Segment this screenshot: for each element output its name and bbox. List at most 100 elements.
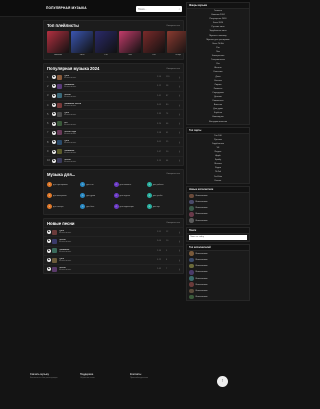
genre-item[interactable]: ♪ для вечеринки xyxy=(47,192,80,200)
popular-more-link[interactable]: Смотреть все xyxy=(166,68,180,70)
playlist-cover[interactable] xyxy=(119,31,141,53)
track-artist[interactable]: Исполнитель xyxy=(64,133,157,135)
play-icon[interactable]: ▶ xyxy=(47,258,51,262)
download-icon[interactable]: ⤓ xyxy=(176,85,180,88)
play-icon[interactable]: ▶ xyxy=(52,103,56,108)
download-icon[interactable]: ⤓ xyxy=(176,122,180,125)
track-row[interactable]: ▶ Песня Исполнитель 2:45 7 ⤓ xyxy=(44,264,183,273)
track-artist[interactable]: Исполнитель xyxy=(64,86,157,88)
track-artist[interactable]: Исполнитель xyxy=(64,142,157,144)
playlists-more-link[interactable]: Смотреть все xyxy=(166,25,180,27)
download-icon[interactable]: ⤓ xyxy=(176,94,180,97)
play-icon[interactable]: ▶ xyxy=(52,93,56,98)
download-icon[interactable]: ⤓ xyxy=(176,231,180,234)
play-icon[interactable]: ▶ xyxy=(52,140,56,145)
play-icon[interactable]: ▶ xyxy=(47,267,51,272)
playlist-cover[interactable] xyxy=(47,31,69,53)
track-row[interactable]: 8 ▶ Трек Исполнитель 3:01 55 ⤓ xyxy=(44,137,183,146)
track-row[interactable]: ▶ Трек Исполнитель 3:22 8 ⤓ xyxy=(44,254,183,264)
playlist-cover[interactable] xyxy=(71,31,93,53)
artist-item[interactable]: Исполнитель xyxy=(187,294,249,300)
genre-item[interactable]: ♪ для тренировки xyxy=(47,181,80,189)
playlist-card[interactable]: Новинки xyxy=(47,31,69,56)
track-artist[interactable]: Исполнитель xyxy=(64,96,157,98)
play-icon[interactable]: ▶ xyxy=(52,158,56,163)
download-icon[interactable]: ⤓ xyxy=(176,249,180,252)
play-icon[interactable]: ▶ xyxy=(47,248,51,253)
download-icon[interactable]: ⤓ xyxy=(176,113,180,116)
track-row[interactable]: 9 ▶ Название Исполнитель 2:47 50 ⤓ xyxy=(44,146,183,155)
download-icon[interactable]: ⤓ xyxy=(176,259,180,262)
track-row[interactable]: 4 ▶ Название песни Исполнитель 3:05 80 ⤓ xyxy=(44,99,183,109)
download-icon[interactable]: ⤓ xyxy=(176,150,180,153)
download-icon[interactable]: ⤓ xyxy=(176,76,180,79)
track-artist[interactable]: Исполнитель xyxy=(59,241,157,243)
play-icon[interactable]: ▶ xyxy=(52,84,56,89)
genre-item[interactable]: ♪ для бега xyxy=(80,203,113,211)
play-icon[interactable]: ▶ xyxy=(52,112,56,117)
search-input[interactable] xyxy=(136,6,182,12)
track-row[interactable]: ▶ Песня Исполнитель 3:04 10 ⤓ xyxy=(44,236,183,245)
track-artist[interactable]: Исполнитель xyxy=(59,251,157,253)
playlist-card[interactable]: Рэп xyxy=(95,31,117,56)
track-row[interactable]: 10 ▶ Песня Исполнитель 3:15 44 ⤓ xyxy=(44,155,183,165)
play-icon[interactable]: ▶ xyxy=(47,230,51,235)
genre-item[interactable]: ♪ для машины xyxy=(113,181,147,189)
download-icon[interactable]: ⤓ xyxy=(176,104,180,107)
search-icon[interactable]: ⌕ xyxy=(177,6,182,12)
footer-heading[interactable]: Поддержка xyxy=(80,373,130,376)
play-icon[interactable]: ▶ xyxy=(47,239,51,244)
artist-item[interactable]: Исполнитель xyxy=(187,218,249,224)
track-row[interactable]: 3 ▶ Песня Исполнитель 2:41 87 ⤓ xyxy=(44,90,183,100)
sidebar-search-input[interactable]: Поиск по сайту xyxy=(189,234,247,240)
download-icon[interactable]: ⤓ xyxy=(176,141,180,144)
music-note-icon: ♪ xyxy=(146,182,152,188)
track-artist[interactable]: Исполнитель xyxy=(64,124,157,126)
arrow-up-icon[interactable]: ↑ xyxy=(217,376,228,387)
music-note-icon: ♪ xyxy=(47,193,52,199)
genre-item[interactable]: ♪ для работы xyxy=(146,181,180,189)
track-artist[interactable]: Исполнитель xyxy=(64,105,157,107)
track-row[interactable]: 5 ▶ Трек Исполнитель 2:33 74 ⤓ xyxy=(44,109,183,118)
genre-item[interactable]: ♪ для сна xyxy=(80,181,113,189)
play-icon[interactable]: ▶ xyxy=(52,130,56,135)
track-artist[interactable]: Исполнитель xyxy=(59,260,157,262)
genre-item[interactable]: ♪ для танцев xyxy=(47,203,80,211)
sidebar-chart-link[interactable]: Deezer xyxy=(187,179,249,183)
playlist-card[interactable]: Хиты xyxy=(71,31,93,56)
genres-more-link[interactable]: Смотреть все xyxy=(166,173,180,175)
track-artist[interactable]: Исполнитель xyxy=(59,269,157,271)
play-icon[interactable]: ▶ xyxy=(52,75,56,80)
playlist-card[interactable]: Рок xyxy=(143,31,165,56)
playlist-card[interactable]: Поп xyxy=(119,31,141,56)
genre-item[interactable]: ♪ для отдыха xyxy=(113,192,147,200)
track-artist[interactable]: Исполнитель xyxy=(59,232,157,234)
genre-item[interactable]: ♪ для медитации xyxy=(113,203,147,211)
playlist-cover[interactable] xyxy=(143,31,165,53)
footer-heading[interactable]: Скачать музыку xyxy=(30,373,80,376)
new-songs-more-link[interactable]: Смотреть все xyxy=(166,222,180,224)
download-icon[interactable]: ⤓ xyxy=(176,240,180,243)
track-row[interactable]: 7 ▶ Песня года Исполнитель 2:58 61 ⤓ xyxy=(44,127,183,137)
track-artist[interactable]: Исполнитель xyxy=(64,161,157,163)
track-artist[interactable]: Исполнитель xyxy=(64,114,157,116)
track-row[interactable]: 2 ▶ Название Исполнитель 3:12 98 ⤓ xyxy=(44,81,183,90)
playlist-cover[interactable] xyxy=(95,31,117,53)
download-icon[interactable]: ⤓ xyxy=(176,159,180,162)
track-artist[interactable]: Исполнитель xyxy=(64,77,157,79)
track-row[interactable]: 1 ▶ Трек Исполнитель 2:54 120 ⤓ xyxy=(44,72,183,81)
play-icon[interactable]: ▶ xyxy=(52,149,56,154)
sidebar-genre-link[interactable]: Инструментальная xyxy=(187,120,249,124)
play-icon[interactable]: ▶ xyxy=(52,121,56,126)
track-row[interactable]: ▶ Трек Исполнитель 2:51 12 ⤓ xyxy=(44,226,183,236)
genre-item[interactable]: ♪ для учебы xyxy=(146,192,180,200)
track-row[interactable]: ▶ Название Исполнитель 2:39 9 ⤓ xyxy=(44,245,183,255)
track-artist[interactable]: Исполнитель xyxy=(64,152,157,154)
download-icon[interactable]: ⤓ xyxy=(176,131,180,134)
track-row[interactable]: 6 ▶ Хит Исполнитель 3:20 66 ⤓ xyxy=(44,118,183,127)
genre-item[interactable]: ♪ для души xyxy=(80,192,113,200)
site-logo[interactable]: ПОПУЛЯРНАЯ МУЗЫКА xyxy=(46,6,87,10)
footer-heading[interactable]: Контакты xyxy=(130,373,180,376)
genre-item[interactable]: ♪ для игр xyxy=(146,203,180,211)
download-icon[interactable]: ⤓ xyxy=(176,268,180,271)
